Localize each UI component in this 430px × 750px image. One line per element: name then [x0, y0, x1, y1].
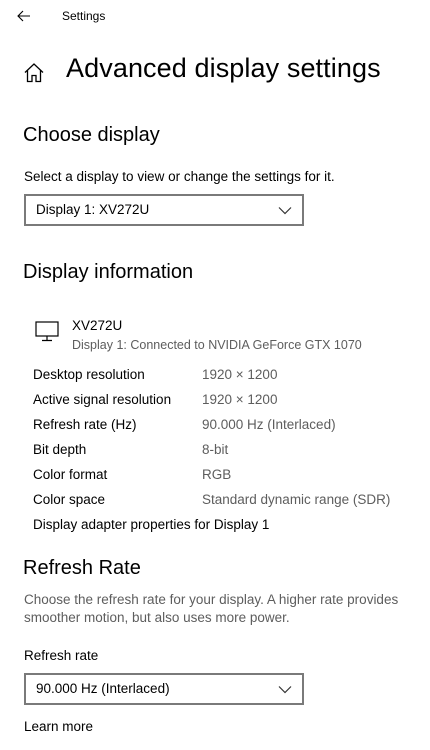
refresh-rate-hz-value: 90.000 Hz (Interlaced): [202, 417, 336, 432]
back-arrow-icon: [17, 10, 30, 22]
display-select-value: Display 1: XV272U: [36, 202, 150, 217]
back-button[interactable]: [10, 4, 38, 28]
refresh-rate-field-label: Refresh rate: [24, 648, 99, 663]
color-format-label: Color format: [33, 467, 108, 482]
display-information-heading: Display information: [23, 261, 194, 283]
refresh-rate-hz-label: Refresh rate (Hz): [33, 417, 137, 432]
active-signal-resolution-value: 1920 × 1200: [202, 392, 278, 407]
monitor-name: XV272U: [72, 318, 123, 333]
desktop-resolution-value: 1920 × 1200: [202, 367, 278, 382]
refresh-rate-dropdown[interactable]: 90.000 Hz (Interlaced): [24, 673, 304, 705]
bit-depth-label: Bit depth: [33, 442, 87, 457]
refresh-rate-select-value: 90.000 Hz (Interlaced): [36, 681, 170, 696]
monitor-connection: Display 1: Connected to NVIDIA GeForce G…: [72, 338, 362, 352]
choose-display-description: Select a display to view or change the s…: [24, 169, 335, 184]
choose-display-heading: Choose display: [23, 124, 160, 146]
refresh-rate-description: Choose the refresh rate for your display…: [24, 592, 399, 625]
chevron-down-icon: [278, 207, 292, 215]
monitor-icon: [35, 321, 59, 342]
color-space-value: Standard dynamic range (SDR): [202, 492, 391, 507]
home-icon[interactable]: [22, 61, 46, 85]
page-title: Advanced display settings: [66, 53, 381, 83]
display-adapter-properties-link[interactable]: Display adapter properties for Display 1: [33, 517, 269, 532]
display-select-dropdown[interactable]: Display 1: XV272U: [24, 194, 304, 226]
color-format-value: RGB: [202, 467, 232, 482]
desktop-resolution-label: Desktop resolution: [33, 367, 145, 382]
refresh-rate-heading: Refresh Rate: [23, 557, 141, 579]
bit-depth-value: 8-bit: [202, 442, 229, 457]
window-title: Settings: [62, 9, 106, 23]
chevron-down-icon: [278, 686, 292, 694]
color-space-label: Color space: [33, 492, 106, 507]
learn-more-link[interactable]: Learn more: [24, 719, 93, 734]
active-signal-resolution-label: Active signal resolution: [33, 392, 172, 407]
